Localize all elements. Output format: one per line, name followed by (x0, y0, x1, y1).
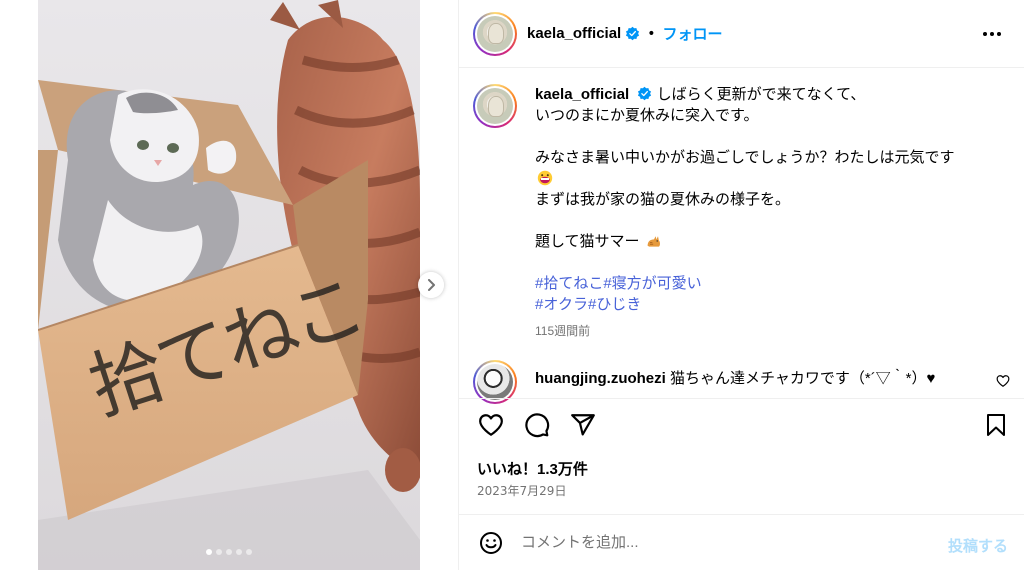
carousel-dot (216, 549, 222, 555)
carousel-indicator (38, 549, 420, 555)
caption-time-ago[interactable]: 115週間前 (535, 321, 955, 342)
more-options-icon (983, 32, 1001, 36)
commenter-username[interactable]: huangjing.zuohezi (535, 370, 666, 387)
post-side-panel: kaela_official • フォロー kaela_official しばら… (458, 0, 1024, 570)
emoji-button[interactable] (477, 529, 505, 557)
caption-line: みなさま暑い中いかがお過ごしでしょうか？わたしは元気です (535, 149, 955, 166)
comment-like-heart-icon[interactable] (996, 374, 1010, 388)
grinning-emoji-icon (537, 170, 553, 186)
post-caption: kaela_official しばらく更新がで来てなくて、 いつのまにか夏休みに… (473, 84, 1004, 342)
carousel-dot (226, 549, 232, 555)
avatar[interactable] (473, 11, 517, 56)
comment-text: 猫ちゃん達メチャカワです（*´▽｀*）♥ (670, 370, 936, 387)
post-comment-button[interactable]: 投稿する (948, 535, 1008, 556)
caption-hashtags[interactable]: #拾てねこ#寝方が可愛い (535, 273, 955, 294)
caption-body: kaela_official しばらく更新がで来てなくて、 いつのまにか夏休みに… (535, 84, 955, 342)
heart-icon (479, 413, 503, 436)
more-options-button[interactable] (980, 24, 1004, 44)
comment-button[interactable] (523, 411, 551, 439)
carousel-dot (246, 549, 252, 555)
like-button[interactable] (477, 411, 505, 439)
share-icon (571, 413, 595, 436)
bookmark-icon (987, 414, 1005, 436)
caption-line: まずは我が家の猫の夏休みの様子を。 (535, 191, 791, 208)
carousel-dot (236, 549, 242, 555)
post-media[interactable]: 拾てねこ (38, 0, 420, 570)
post-date[interactable]: 2023年7月29日 (477, 482, 566, 499)
caption-hashtags[interactable]: #オクラ#ひじき (535, 294, 955, 315)
cat-emoji-icon (647, 236, 660, 247)
add-comment-bar: 投稿する (459, 514, 1024, 570)
likes-count[interactable]: いいね！1.3万件 (477, 458, 588, 479)
share-button[interactable] (569, 411, 597, 439)
next-arrow-icon (428, 279, 435, 291)
caption-line: しばらく更新がで来てなくて、 (656, 86, 866, 103)
caption-avatar[interactable] (473, 84, 517, 128)
separator-dot: • (647, 25, 656, 42)
action-bar (459, 398, 1024, 450)
caption-username[interactable]: kaela_official (535, 86, 629, 103)
post-header: kaela_official • フォロー (459, 0, 1024, 68)
next-slide-button[interactable] (418, 272, 444, 298)
verified-badge-icon (638, 86, 652, 101)
caption-line: 題して猫サマー (535, 233, 640, 250)
cat-photo (38, 0, 420, 570)
caption-line: いつのまにか夏休みに突入です。 (535, 107, 759, 124)
save-button[interactable] (982, 411, 1010, 439)
comment-icon (525, 412, 550, 437)
follow-button[interactable]: フォロー (662, 23, 722, 44)
author-username[interactable]: kaela_official (527, 25, 621, 42)
comment-input[interactable] (521, 534, 901, 551)
carousel-dot (206, 549, 212, 555)
emoji-icon (480, 531, 502, 554)
verified-badge-icon (626, 26, 640, 41)
